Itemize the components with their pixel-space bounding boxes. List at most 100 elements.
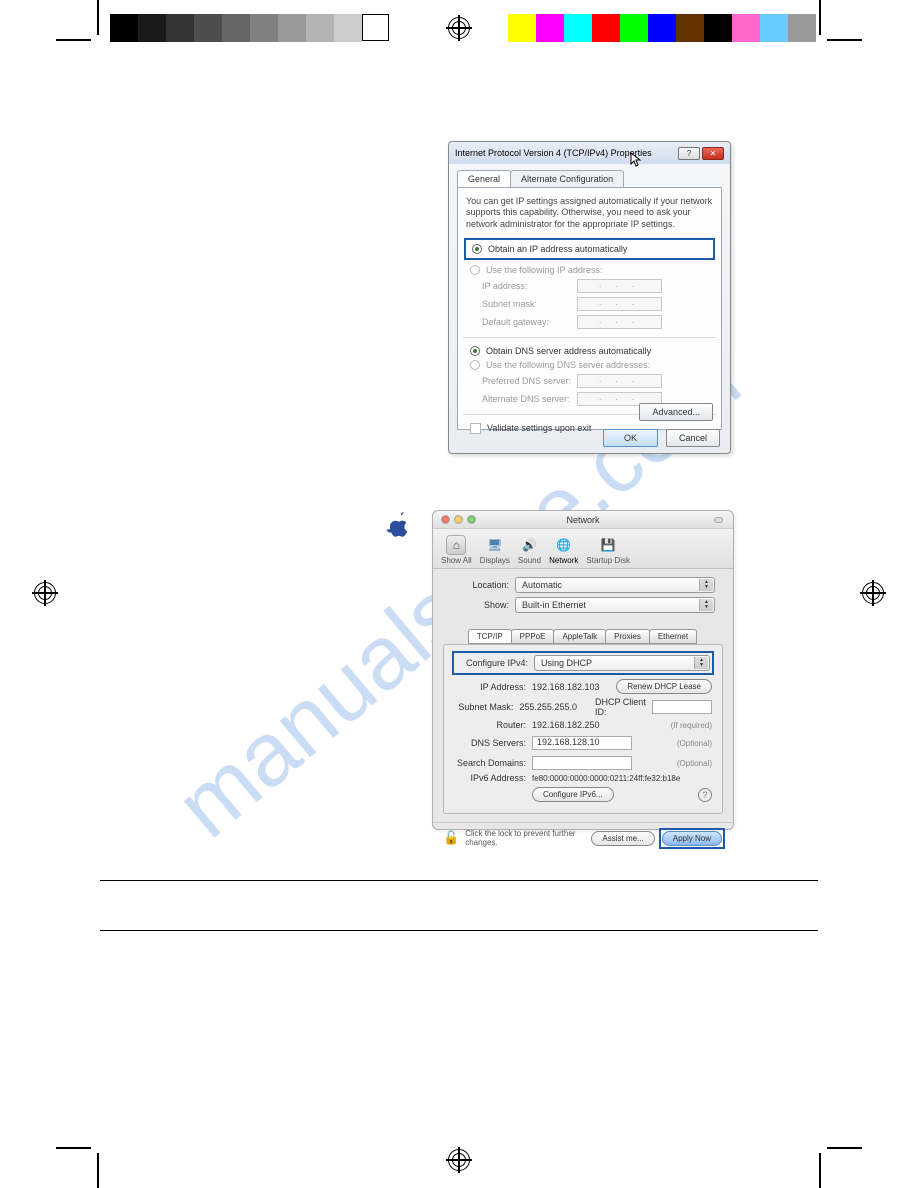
crop-mark [819, 1153, 821, 1188]
validate-label: Validate settings upon exit [487, 423, 591, 433]
window-title: Internet Protocol Version 4 (TCP/IPv4) P… [455, 148, 678, 158]
crop-mark [56, 39, 91, 41]
advanced-button[interactable]: Advanced... [639, 403, 713, 421]
mac-title-bar[interactable]: Network [433, 511, 733, 529]
help-button[interactable]: ? [678, 147, 700, 160]
ip-address-label: IP Address: [454, 682, 532, 692]
dns-servers-input[interactable]: 192.168.128.10 [532, 736, 632, 750]
optional-note: (Optional) [677, 759, 712, 768]
mac-network-panel: Network ⌂ Show All 🖥 Displays 🔊 Sound 🌐 … [432, 510, 734, 830]
alt-dns-label: Alternate DNS server: [482, 394, 577, 404]
configure-ipv4-label: Configure IPv4: [456, 658, 534, 668]
show-select[interactable]: Built-in Ethernet ▲▼ [515, 597, 715, 613]
router-value: 192.168.182.250 [532, 720, 600, 730]
process-color-bars [508, 14, 816, 42]
registration-mark-icon [446, 1147, 472, 1173]
tcpip-pane: Configure IPv4: Using DHCP ▲▼ IP Address… [443, 644, 723, 814]
toolbar-showall[interactable]: ⌂ Show All [441, 535, 472, 565]
radio-manual-ip-label: Use the following IP address: [486, 265, 602, 275]
description-text: You can get IP settings assigned automat… [466, 196, 713, 230]
crop-mark [819, 0, 821, 35]
subnet-mask-value: 255.255.255.0 [519, 702, 577, 712]
radio-manual-ip[interactable] [470, 265, 480, 275]
dhcp-client-id-label: DHCP Client ID: [595, 697, 649, 717]
select-arrows-icon: ▲▼ [699, 579, 713, 591]
gateway-input: . . . [577, 315, 662, 329]
select-arrows-icon: ▲▼ [699, 599, 713, 611]
dns-servers-label: DNS Servers: [454, 738, 532, 748]
router-label: Router: [454, 720, 532, 730]
subnet-mask-label: Subnet Mask: [454, 702, 519, 712]
subnet-label: Subnet mask: [482, 299, 577, 309]
validate-checkbox[interactable] [470, 423, 481, 434]
cancel-button[interactable]: Cancel [666, 429, 720, 447]
toolbar-network[interactable]: 🌐 Network [549, 535, 578, 565]
mac-tabs: TCP/IP PPPoE AppleTalk Proxies Ethernet [449, 629, 717, 644]
close-button[interactable]: ✕ [702, 147, 724, 160]
radio-auto-ip[interactable] [472, 244, 482, 254]
tab-appletalk[interactable]: AppleTalk [553, 629, 606, 644]
document-rule [100, 930, 818, 931]
crop-mark [97, 1153, 99, 1188]
highlight-box: Obtain an IP address automatically [464, 238, 715, 260]
gateway-label: Default gateway: [482, 317, 577, 327]
title-bar[interactable]: Internet Protocol Version 4 (TCP/IPv4) P… [449, 142, 730, 164]
search-domains-label: Search Domains: [454, 758, 532, 768]
dhcp-client-id-input[interactable] [652, 700, 712, 714]
ip-address-input: . . . [577, 279, 662, 293]
ip-address-label: IP address: [482, 281, 577, 291]
configure-ipv6-button[interactable]: Configure IPv6... [532, 787, 614, 802]
grayscale-bars [110, 14, 389, 42]
optional-note: (Optional) [677, 739, 712, 748]
toolbar-sound[interactable]: 🔊 Sound [518, 535, 541, 565]
toolbar-displays[interactable]: 🖥 Displays [480, 535, 510, 565]
radio-manual-dns-label: Use the following DNS server addresses: [486, 360, 650, 370]
cursor-icon [630, 152, 644, 168]
radio-auto-dns[interactable] [470, 346, 480, 356]
ip-address-value: 192.168.182.103 [532, 682, 600, 692]
apply-now-button[interactable]: Apply Now [662, 831, 722, 846]
location-select[interactable]: Automatic ▲▼ [515, 577, 715, 593]
tab-proxies[interactable]: Proxies [605, 629, 650, 644]
crop-mark [56, 1147, 91, 1149]
radio-auto-ip-label: Obtain an IP address automatically [488, 244, 627, 254]
subnet-input: . . . [577, 297, 662, 311]
toolbar-toggle-icon[interactable] [714, 517, 723, 523]
document-rule [100, 880, 818, 881]
help-button[interactable]: ? [698, 788, 712, 802]
registration-mark-icon [860, 580, 886, 606]
toolbar-startup[interactable]: 💾 Startup Disk [586, 535, 630, 565]
location-label: Location: [451, 580, 515, 590]
search-domains-input[interactable] [532, 756, 632, 770]
mac-window-title: Network [566, 515, 599, 525]
tab-pppoe[interactable]: PPPoE [511, 629, 555, 644]
crop-mark [827, 1147, 862, 1149]
lock-text: Click the lock to prevent further change… [465, 829, 585, 847]
lock-icon[interactable]: 🔓 [443, 830, 459, 846]
tab-panel: You can get IP settings assigned automat… [457, 187, 722, 430]
mac-toolbar: ⌂ Show All 🖥 Displays 🔊 Sound 🌐 Network … [433, 529, 733, 569]
windows-tcpip-dialog: Internet Protocol Version 4 (TCP/IPv4) P… [448, 141, 731, 454]
ok-button[interactable]: OK [603, 429, 658, 447]
tab-ethernet[interactable]: Ethernet [649, 629, 697, 644]
minimize-icon[interactable] [454, 515, 463, 524]
tab-tcpip[interactable]: TCP/IP [468, 629, 512, 644]
crop-mark [97, 0, 99, 35]
close-icon[interactable] [441, 515, 450, 524]
if-required-note: (If required) [671, 721, 712, 730]
assist-me-button[interactable]: Assist me... [591, 831, 654, 846]
select-arrows-icon: ▲▼ [694, 657, 708, 669]
registration-mark-icon [446, 15, 472, 41]
ipv6-address-value: fe80:0000:0000:0000:0211:24ff:fe32:b18e [532, 774, 680, 783]
radio-manual-dns[interactable] [470, 360, 480, 370]
tab-general[interactable]: General [457, 170, 511, 187]
tab-alt-config[interactable]: Alternate Configuration [510, 170, 624, 187]
mac-footer: 🔓 Click the lock to prevent further chan… [433, 822, 733, 857]
crop-mark [827, 39, 862, 41]
configure-ipv4-select[interactable]: Using DHCP ▲▼ [534, 655, 710, 671]
show-label: Show: [451, 600, 515, 610]
zoom-icon[interactable] [467, 515, 476, 524]
apple-logo-icon [386, 512, 410, 540]
pref-dns-input: . . . [577, 374, 662, 388]
renew-dhcp-button[interactable]: Renew DHCP Lease [616, 679, 712, 694]
